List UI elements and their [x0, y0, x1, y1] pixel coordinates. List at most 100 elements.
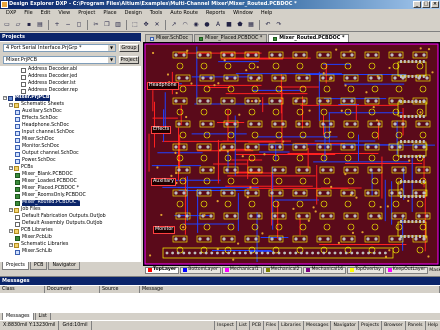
- column-header-class[interactable]: Class: [0, 286, 45, 293]
- tree-item[interactable]: Mixer.SchLib: [15, 249, 52, 255]
- component-icon[interactable]: ▦: [246, 20, 256, 30]
- panel-button-help[interactable]: Help: [424, 321, 440, 330]
- menu-reports[interactable]: Reports: [202, 9, 229, 18]
- menu-edit[interactable]: Edit: [37, 9, 55, 18]
- tree-item[interactable]: − PCBs: [9, 165, 33, 171]
- tree-item[interactable]: Output channel.SchDoc: [15, 151, 79, 157]
- collapse-icon[interactable]: −: [9, 229, 13, 233]
- panel-button-browser[interactable]: Browser: [381, 321, 405, 330]
- paste-icon[interactable]: ▥: [113, 20, 123, 30]
- panel-button-messages[interactable]: Messages: [302, 321, 331, 330]
- tree-item[interactable]: − Mixer.PrjPCB: [3, 95, 50, 101]
- panel-button-inspect[interactable]: Inspect: [214, 321, 236, 330]
- tree-item[interactable]: Address Decoder.jed: [21, 74, 77, 80]
- document-tab[interactable]: Mixer_Routed.PCBDOC *: [268, 34, 350, 42]
- maximize-button[interactable]: □: [422, 1, 430, 8]
- collapse-icon[interactable]: −: [9, 208, 13, 212]
- layer-tab-keepoutlayer[interactable]: KeepOutLayer: [384, 266, 429, 274]
- tree-item[interactable]: Auxiliary.SchDoc: [15, 109, 62, 115]
- collapse-icon[interactable]: −: [9, 103, 13, 107]
- project-button[interactable]: Project: [119, 56, 139, 64]
- minimize-button[interactable]: _: [413, 1, 421, 8]
- tree-item[interactable]: − Job Files: [9, 207, 40, 213]
- panel-button-files[interactable]: Files: [263, 321, 278, 330]
- tree-item[interactable]: Mixer.SchDoc: [15, 137, 54, 143]
- pcb-editor-canvas[interactable]: Headphone Effects Auxiliary Monitor: [143, 42, 440, 266]
- tree-item[interactable]: Mixer_Blank.PCBDOC: [15, 172, 73, 178]
- layer-tab-bottomlayer[interactable]: BottomLayer: [180, 266, 221, 274]
- document-tab[interactable]: Mixer.SchDoc: [145, 34, 194, 42]
- panel-button-projects[interactable]: Projects: [357, 321, 381, 330]
- tree-item[interactable]: − PCB Libraries: [9, 228, 53, 234]
- menu-file[interactable]: File: [20, 9, 36, 18]
- move-icon[interactable]: ✥: [141, 20, 151, 30]
- tree-item[interactable]: − Schematic Libraries: [9, 242, 68, 248]
- collapse-icon[interactable]: −: [9, 243, 13, 247]
- tree-item[interactable]: Mixer.PcbLib: [15, 235, 52, 241]
- redo-icon[interactable]: ↷: [274, 20, 284, 30]
- menu-help[interactable]: Help: [257, 9, 276, 18]
- workspace-combo[interactable]: 4 Port Serial Interface.PrjGrp * ▼: [3, 44, 116, 52]
- tree-item[interactable]: Headphone.SchDoc: [15, 123, 69, 129]
- tree-item[interactable]: Address Decoder.rep: [21, 88, 78, 94]
- column-header-message[interactable]: Message: [140, 286, 440, 293]
- layer-tab-mechanical16[interactable]: Mechanical16: [303, 266, 347, 274]
- collapse-icon[interactable]: −: [3, 96, 7, 100]
- close-button[interactable]: ×: [431, 1, 439, 8]
- tree-item[interactable]: Power.SchDoc: [15, 158, 56, 164]
- route-icon[interactable]: ↗: [169, 20, 179, 30]
- document-tab[interactable]: Mixer_Placed.PCBDOC *: [194, 34, 268, 42]
- layer-tab-mechanical1[interactable]: Mechanical1: [221, 266, 262, 274]
- menu-window[interactable]: Window: [229, 9, 257, 18]
- panel-button-list[interactable]: List: [235, 321, 249, 330]
- tree-item[interactable]: Mixer_RoomsOnly.PCBDOC: [15, 193, 86, 199]
- fill-icon[interactable]: ■: [224, 20, 234, 30]
- collapse-icon[interactable]: −: [9, 166, 13, 170]
- tree-item[interactable]: Default Assembly Outputs.OutJob: [15, 221, 102, 227]
- tree-item[interactable]: Address Decoder.lst: [21, 81, 76, 87]
- panel-button-navigator[interactable]: Navigator: [330, 321, 357, 330]
- tab-navigator[interactable]: Navigator: [48, 262, 80, 270]
- open-icon[interactable]: ▱: [13, 20, 23, 30]
- project-combo[interactable]: Mixer.PrjPCB ▼: [3, 56, 116, 64]
- tree-item[interactable]: Mixer_Loaded.PCBDOC: [15, 179, 77, 185]
- chevron-down-icon[interactable]: ▼: [108, 45, 115, 51]
- tree-item[interactable]: Effects.SchDoc: [15, 116, 58, 122]
- string-icon[interactable]: A: [213, 20, 223, 30]
- column-header-source[interactable]: Source: [100, 286, 140, 293]
- mask-level-button[interactable]: Mask Level: [429, 268, 440, 273]
- column-header-document[interactable]: Document: [45, 286, 100, 293]
- tree-item[interactable]: Address Decoder.abl: [21, 67, 77, 73]
- layer-tab-toplayer[interactable]: TopLayer: [145, 266, 180, 274]
- select-icon[interactable]: ⬚: [130, 20, 140, 30]
- tree-item[interactable]: − Schematic Sheets: [9, 102, 64, 108]
- pad-icon[interactable]: ●: [202, 20, 212, 30]
- panel-button-panels[interactable]: Panels: [404, 321, 425, 330]
- print-icon[interactable]: ▤: [35, 20, 45, 30]
- new-icon[interactable]: ▭: [2, 20, 12, 30]
- menu-tools[interactable]: Tools: [146, 9, 166, 18]
- via-icon[interactable]: ◉: [191, 20, 201, 30]
- menu-auto-route[interactable]: Auto Route: [166, 9, 202, 18]
- tree-item[interactable]: Input channel.SchDoc: [15, 130, 74, 136]
- layer-tab-mechanical2[interactable]: Mechanical2: [262, 266, 303, 274]
- menu-project[interactable]: Project: [74, 9, 99, 18]
- workspace-button[interactable]: Group: [119, 44, 139, 52]
- menu-dxp[interactable]: DXP: [2, 9, 20, 18]
- tab-pcb[interactable]: PCB: [29, 262, 48, 270]
- tree-item[interactable]: Default Fabrication Outputs.OutJob: [15, 214, 106, 220]
- deselect-icon[interactable]: ✕: [152, 20, 162, 30]
- zoom-out-icon[interactable]: −: [63, 20, 73, 30]
- tree-item[interactable]: Mixer_Placed.PCBDOC *: [15, 186, 79, 192]
- zoom-fit-icon[interactable]: ◻: [74, 20, 84, 30]
- copy-icon[interactable]: ❐: [102, 20, 112, 30]
- polygon-icon[interactable]: ⬟: [235, 20, 245, 30]
- menu-view[interactable]: View: [54, 9, 74, 18]
- cut-icon[interactable]: ✂: [91, 20, 101, 30]
- tree-item[interactable]: Mixer_Routed.PCBDOC *: [15, 200, 81, 206]
- save-icon[interactable]: ▪: [24, 20, 34, 30]
- pcb-board[interactable]: [143, 42, 440, 266]
- menu-place[interactable]: Place: [99, 9, 120, 18]
- tree-item[interactable]: Monitor.SchDoc: [15, 144, 59, 150]
- arc-icon[interactable]: ◠: [180, 20, 190, 30]
